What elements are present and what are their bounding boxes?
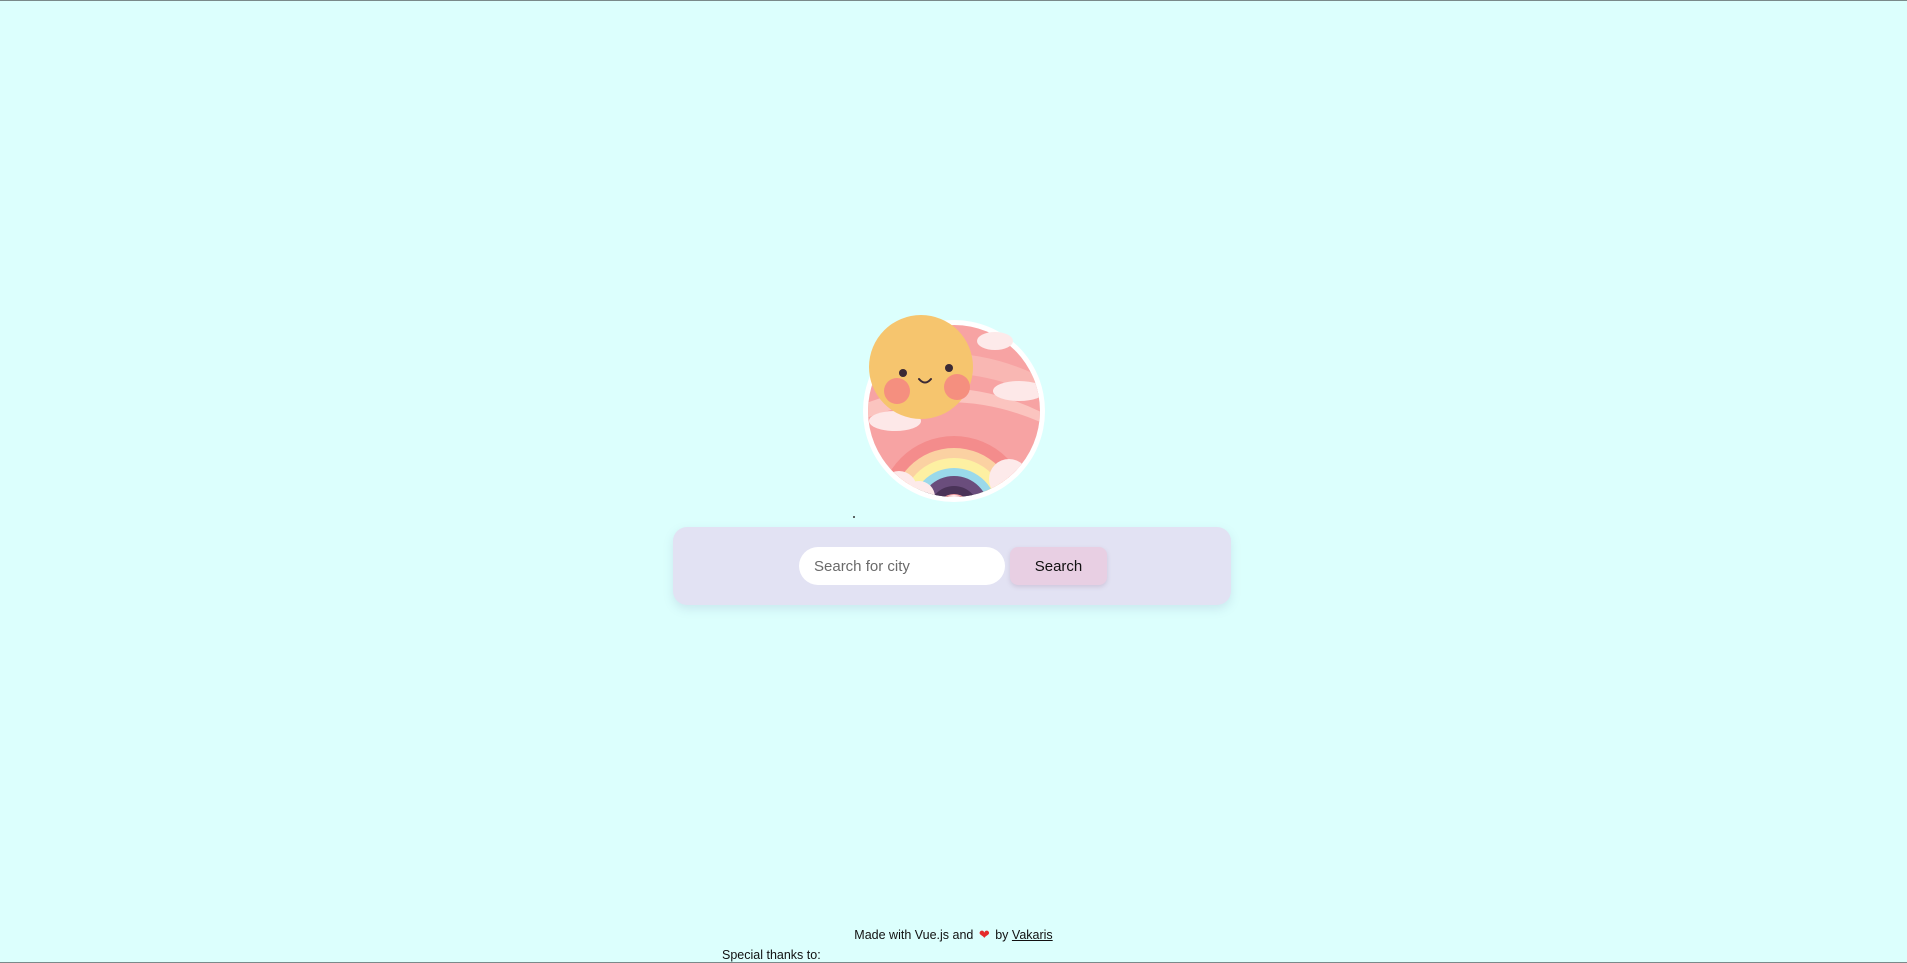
special-thanks-text: Special thanks to: [722, 948, 821, 962]
sun-rainbow-illustration [863, 315, 1045, 502]
footer-by-text: by [995, 928, 1009, 942]
search-panel: Search [673, 527, 1231, 605]
footer-credits: Made with Vue.js and ❤ by Vakaris [0, 927, 1907, 943]
search-button[interactable]: Search [1010, 547, 1107, 585]
sun-rainbow-logo [859, 311, 1049, 511]
city-search-input[interactable] [799, 547, 1005, 585]
app-root: Search Made with Vue.js and ❤ by Vakaris… [0, 1, 1907, 963]
heart-icon: ❤ [978, 927, 990, 942]
footer-made-with-text: Made with Vue.js and [854, 928, 974, 942]
author-link[interactable]: Vakaris [1012, 928, 1053, 942]
stray-dot [853, 516, 855, 518]
